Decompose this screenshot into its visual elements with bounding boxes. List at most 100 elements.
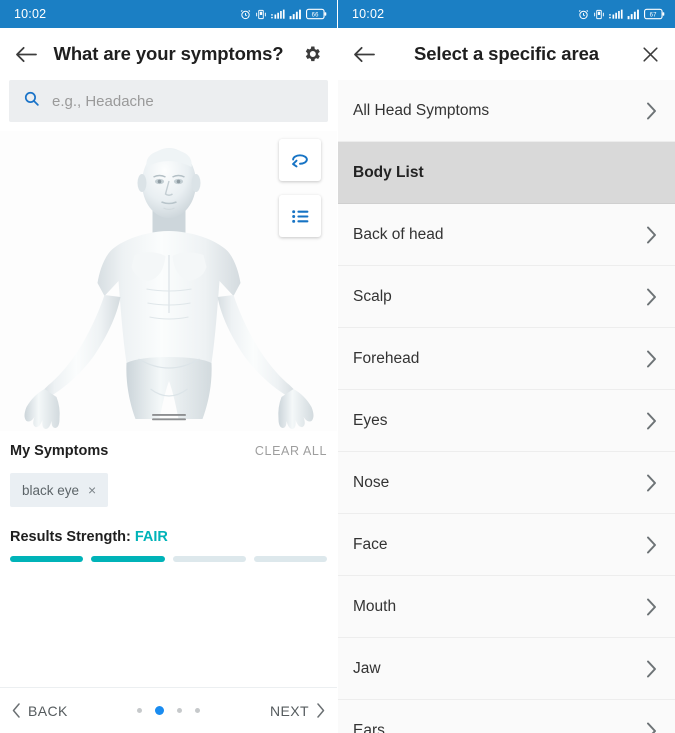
chevron-right-icon — [646, 474, 657, 492]
strength-bar-3 — [172, 556, 246, 562]
symptom-chip-label: black eye — [22, 482, 80, 498]
status-icon-group-right: 67 — [578, 8, 665, 20]
list-item-label: Forehead — [353, 349, 420, 367]
results-strength-meter — [10, 556, 327, 562]
chevron-right-icon — [646, 102, 657, 120]
results-strength-prefix: Results Strength: — [10, 529, 135, 545]
next-button[interactable]: NEXT — [270, 703, 325, 719]
list-item[interactable]: All Head Symptoms — [338, 80, 675, 142]
chevron-right-icon — [646, 412, 657, 430]
strength-bar-1 — [10, 556, 84, 562]
status-bar-right: 10:02 67 — [338, 0, 675, 28]
step-dot-4[interactable] — [195, 708, 201, 713]
wizard-bottom-nav: BACK NEXT — [0, 687, 337, 733]
step-dot-2[interactable] — [155, 706, 165, 715]
step-dot-3[interactable] — [177, 708, 183, 713]
close-icon[interactable] — [638, 42, 663, 67]
battery-level-right: 67 — [650, 12, 657, 18]
page-title: What are your symptoms? — [53, 43, 284, 64]
signal-1-icon — [271, 9, 285, 20]
back-button[interactable]: BACK — [12, 703, 68, 719]
list-item-label: Ears — [353, 721, 385, 733]
list-item-label: Jaw — [353, 659, 381, 677]
list-section-header: Body List — [338, 142, 675, 204]
chevron-right-icon — [646, 536, 657, 554]
right-panel-area-picker: 10:02 67 Select a specific area All Head… — [338, 0, 675, 733]
signal-2-icon — [627, 9, 640, 20]
list-item[interactable]: Nose — [338, 452, 675, 514]
alarm-icon — [240, 9, 251, 20]
back-arrow-icon[interactable] — [350, 42, 379, 67]
next-chevron-icon — [317, 703, 325, 718]
list-item-label: Eyes — [353, 411, 388, 429]
list-item[interactable]: Jaw — [338, 638, 675, 700]
left-panel-symptom-picker: 10:02 66 What are your symptoms? e.g., H… — [0, 0, 337, 733]
strength-bar-2 — [91, 556, 165, 562]
vibrate-icon — [255, 9, 267, 20]
status-clock-right: 10:02 — [352, 7, 385, 21]
list-item[interactable]: Scalp — [338, 266, 675, 328]
my-symptoms-section: My Symptoms CLEAR ALL black eye × — [0, 431, 337, 507]
status-icon-group: 66 — [240, 8, 327, 20]
strength-bar-4 — [253, 556, 327, 562]
results-strength-value: FAIR — [134, 529, 168, 545]
list-item-label: Back of head — [353, 225, 444, 243]
chevron-right-icon — [646, 226, 657, 244]
battery-icon: 67 — [644, 8, 665, 20]
remove-chip-icon[interactable]: × — [88, 483, 96, 497]
dual-screenshot: 10:02 66 What are your symptoms? e.g., H… — [0, 0, 675, 733]
next-button-label: NEXT — [270, 702, 309, 719]
my-symptoms-title: My Symptoms — [10, 443, 109, 459]
alarm-icon — [578, 9, 589, 20]
search-input[interactable] — [52, 92, 314, 110]
wizard-step-dots — [137, 706, 201, 715]
chevron-right-icon — [646, 350, 657, 368]
list-item-label: Mouth — [353, 597, 397, 615]
chevron-right-icon — [646, 288, 657, 306]
back-chevron-icon — [12, 703, 20, 718]
search-section — [0, 80, 337, 122]
list-item[interactable]: Face — [338, 514, 675, 576]
results-strength-label: Results Strength: FAIR — [10, 529, 327, 545]
search-icon — [23, 90, 40, 112]
step-dot-1[interactable] — [137, 708, 143, 713]
list-item-label: Nose — [353, 473, 390, 491]
signal-2-icon — [289, 9, 302, 20]
list-section-header-label: Body List — [353, 163, 424, 181]
clear-all-button[interactable]: CLEAR ALL — [255, 444, 327, 458]
status-bar-left: 10:02 66 — [0, 0, 337, 28]
app-bar-right: Select a specific area — [338, 28, 675, 80]
specific-area-list: All Head Symptoms Body List Back of head… — [338, 80, 675, 733]
body-model-viewport[interactable] — [0, 131, 337, 431]
signal-1-icon — [609, 9, 623, 20]
list-item-label: All Head Symptoms — [353, 101, 490, 119]
model-tool-buttons — [279, 139, 321, 237]
my-symptoms-header: My Symptoms CLEAR ALL — [10, 443, 327, 459]
battery-level-left: 66 — [312, 12, 319, 18]
app-bar-left: What are your symptoms? — [0, 28, 337, 80]
list-item[interactable]: Forehead — [338, 328, 675, 390]
search-box[interactable] — [9, 80, 328, 122]
symptom-chip[interactable]: black eye × — [10, 473, 109, 507]
body-list-icon[interactable] — [279, 195, 321, 237]
rotate-model-icon[interactable] — [279, 139, 321, 181]
list-item[interactable]: Back of head — [338, 204, 675, 266]
chevron-right-icon — [646, 660, 657, 678]
gear-icon[interactable] — [299, 41, 325, 67]
results-strength-section: Results Strength: FAIR — [0, 507, 337, 562]
list-item[interactable]: Eyes — [338, 390, 675, 452]
vibrate-icon — [593, 9, 605, 20]
status-clock: 10:02 — [14, 7, 47, 21]
battery-icon: 66 — [306, 8, 327, 20]
back-button-label: BACK — [28, 702, 68, 719]
chevron-right-icon — [646, 722, 657, 733]
symptom-chip-list: black eye × — [10, 473, 327, 507]
page-title: Select a specific area — [414, 43, 599, 64]
back-arrow-icon[interactable] — [12, 42, 41, 67]
list-item[interactable]: Ears — [338, 700, 675, 733]
panel-drag-handle[interactable] — [151, 409, 186, 427]
list-item-label: Scalp — [353, 287, 392, 305]
chevron-right-icon — [646, 598, 657, 616]
list-item-label: Face — [353, 535, 388, 553]
list-item[interactable]: Mouth — [338, 576, 675, 638]
